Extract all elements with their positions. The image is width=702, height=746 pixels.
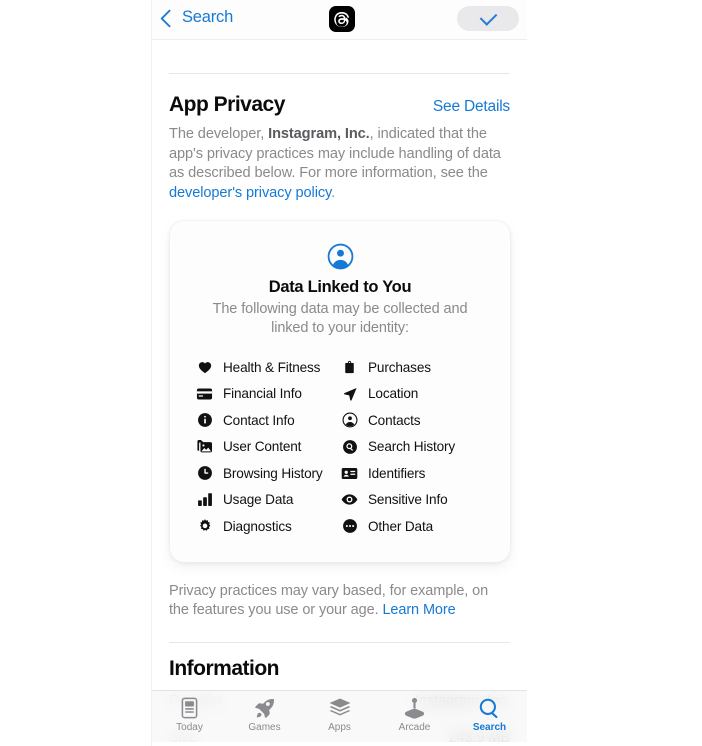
- chevron-left-icon: [160, 8, 179, 28]
- app-privacy-description: The developer, Instagram, Inc., indicate…: [152, 125, 527, 203]
- phone-viewport: Search App Privacy See Details The devel…: [152, 0, 527, 746]
- tab-arcade[interactable]: Arcade: [377, 696, 452, 733]
- category-label: Other Data: [368, 518, 433, 534]
- card-subtitle: The following data may be collected and …: [212, 301, 468, 336]
- tab-search[interactable]: Search: [452, 696, 527, 733]
- privacy-desc-part1: The developer,: [169, 126, 269, 142]
- scroll-content[interactable]: App Privacy See Details The developer, I…: [152, 40, 527, 746]
- data-linked-to-you-card: Data Linked to You The following data ma…: [170, 221, 510, 562]
- category-item: Browsing History: [196, 460, 341, 487]
- home-indicator-area: [152, 742, 527, 746]
- category-label: Usage Data: [223, 492, 294, 508]
- category-label: Identifiers: [368, 465, 426, 481]
- category-item: Financial Info: [196, 381, 341, 408]
- category-item: Search History: [341, 434, 486, 461]
- tab-label: Games: [248, 722, 281, 733]
- information-divider: [169, 641, 510, 643]
- information-title: Information: [169, 656, 280, 680]
- category-item: Diagnostics: [196, 513, 341, 540]
- developer-name: Instagram, Inc.: [268, 126, 370, 142]
- tab-today[interactable]: Today: [152, 696, 227, 733]
- magnifier-circle-icon: [341, 438, 358, 455]
- category-label: Purchases: [368, 359, 431, 375]
- category-label: Contacts: [368, 412, 421, 428]
- privacy-footnote: Privacy practices may vary based, for ex…: [152, 582, 527, 621]
- today-newspaper-icon: [179, 696, 200, 720]
- shopping-bag-icon: [341, 359, 358, 376]
- category-item: Identifiers: [341, 460, 486, 487]
- ellipsis-circle-icon: [341, 518, 358, 535]
- app-store-screen: Search App Privacy See Details The devel…: [0, 0, 702, 746]
- category-item: Usage Data: [196, 487, 341, 514]
- section-divider-top: [169, 73, 510, 74]
- tab-label: Today: [176, 722, 203, 733]
- developer-privacy-policy-link[interactable]: developer's privacy policy: [169, 185, 331, 201]
- id-card-icon: [341, 465, 358, 482]
- threads-app-icon[interactable]: [329, 6, 355, 32]
- photo-icon: [196, 438, 213, 455]
- credit-card-icon: [196, 385, 213, 402]
- category-item: Purchases: [341, 354, 486, 381]
- app-privacy-title: App Privacy: [169, 93, 285, 116]
- navigation-bar: Search: [152, 0, 527, 40]
- search-icon: [478, 696, 501, 720]
- card-title: Data Linked to You: [268, 278, 412, 296]
- person-circle-icon: [327, 243, 353, 270]
- category-label: Contact Info: [223, 412, 295, 428]
- stack-layers-icon: [328, 696, 352, 720]
- category-label: Browsing History: [223, 465, 323, 481]
- heart-icon: [196, 359, 213, 376]
- category-item: Location: [341, 381, 486, 408]
- bar-chart-icon: [196, 491, 213, 508]
- joystick-icon: [403, 696, 426, 720]
- tab-bar: Today Games Apps Arcade Search: [152, 690, 527, 746]
- data-category-grid: Health & Fitness Purchases Financial Inf…: [170, 354, 510, 540]
- location-arrow-icon: [341, 385, 358, 402]
- category-label: Financial Info: [223, 386, 302, 402]
- privacy-desc-end: .: [331, 184, 336, 201]
- see-details-link[interactable]: See Details: [433, 98, 510, 116]
- category-item: Other Data: [341, 513, 486, 540]
- checkmark-icon: [479, 8, 497, 26]
- category-item: Contact Info: [196, 407, 341, 434]
- category-label: Location: [368, 386, 419, 402]
- card-icon-wrap: [170, 243, 510, 270]
- learn-more-link[interactable]: Learn More: [382, 602, 455, 618]
- category-label: Sensitive Info: [368, 492, 448, 508]
- category-label: Search History: [368, 439, 456, 455]
- category-item: User Content: [196, 434, 341, 461]
- category-label: Health & Fitness: [223, 359, 321, 375]
- gear-icon: [196, 518, 213, 535]
- back-button[interactable]: Search: [160, 8, 234, 28]
- tab-label: Search: [472, 722, 507, 733]
- tab-games[interactable]: Games: [227, 696, 302, 733]
- category-item: Contacts: [341, 407, 486, 434]
- eye-icon: [341, 491, 358, 508]
- category-item: Health & Fitness: [196, 354, 341, 381]
- category-label: User Content: [223, 439, 302, 455]
- tab-apps[interactable]: Apps: [302, 696, 377, 733]
- install-status-button[interactable]: [457, 6, 519, 31]
- person-circle-icon: [341, 412, 358, 429]
- app-privacy-header: App Privacy See Details: [152, 93, 527, 117]
- rocket-icon: [253, 696, 276, 720]
- category-label: Diagnostics: [223, 518, 292, 534]
- tab-label: Apps: [328, 722, 351, 733]
- back-button-label: Search: [182, 8, 234, 26]
- tab-label: Arcade: [398, 722, 431, 733]
- clock-icon: [196, 465, 213, 482]
- category-item: Sensitive Info: [341, 487, 486, 514]
- info-circle-icon: [196, 412, 213, 429]
